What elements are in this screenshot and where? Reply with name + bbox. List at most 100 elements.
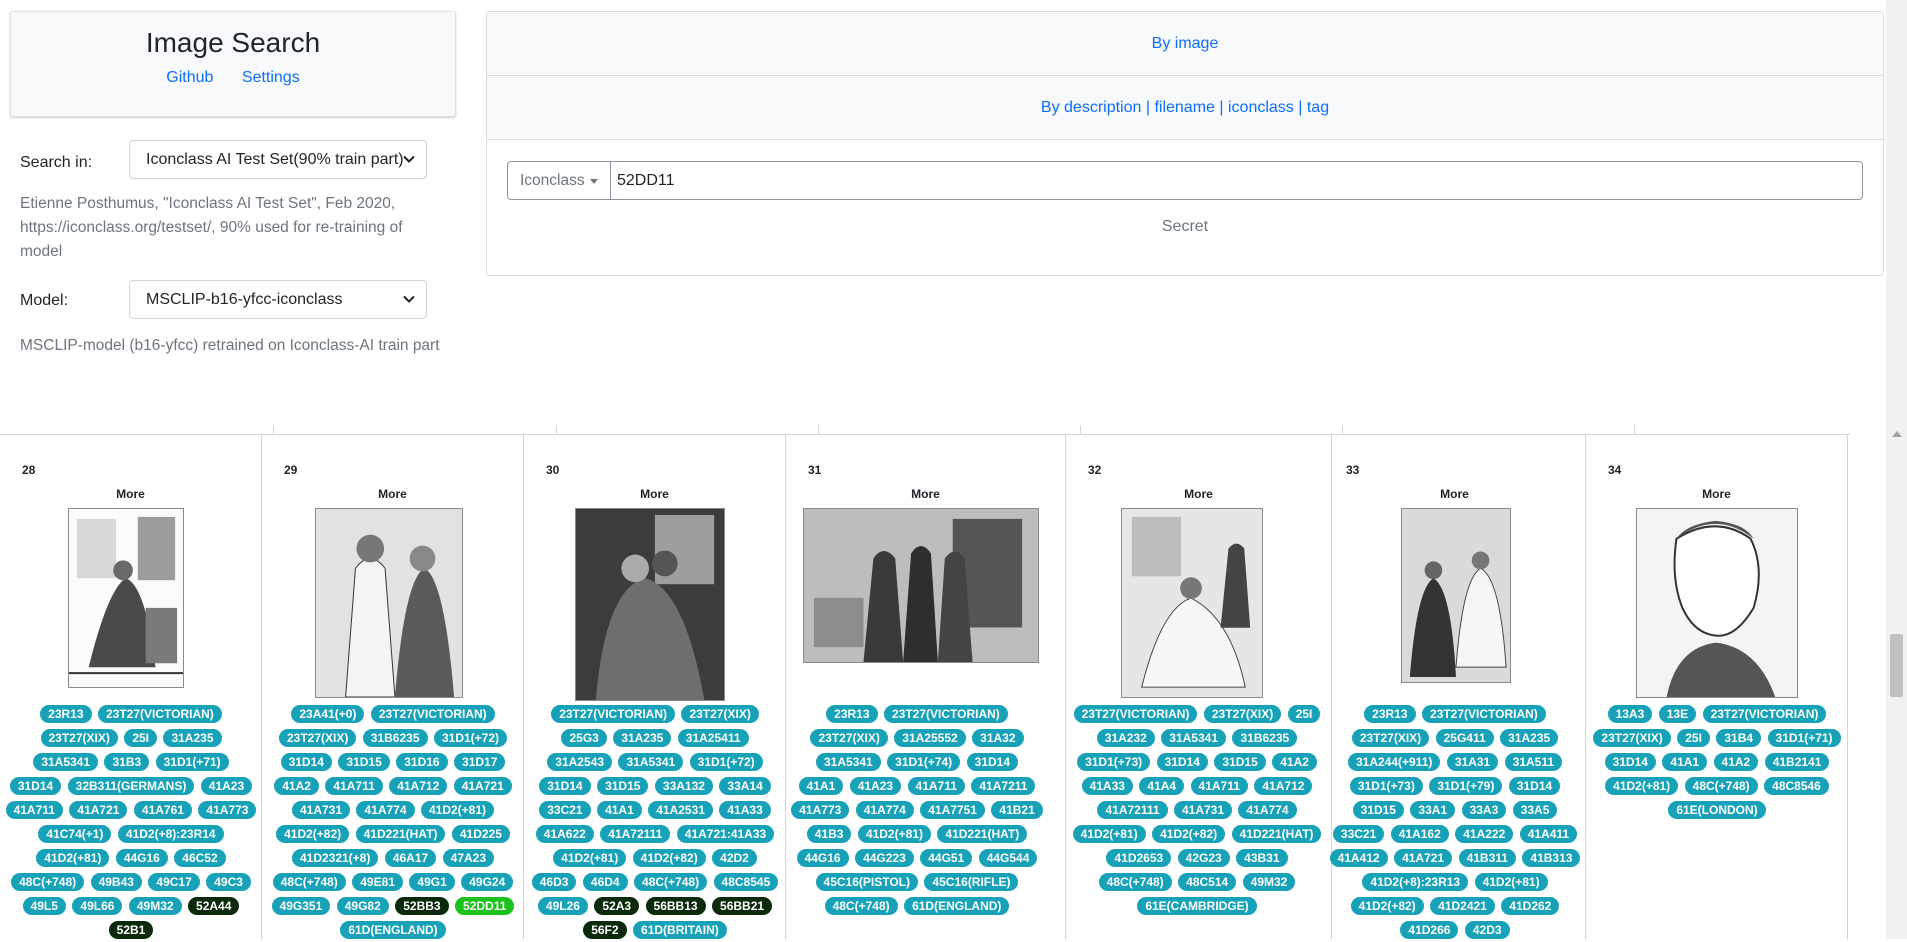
tag-badge[interactable]: 49E81 [352,873,403,891]
tag-badge[interactable]: 44G16 [796,849,849,867]
tag-badge[interactable]: 41A1 [597,801,642,819]
iconclass-link[interactable]: iconclass [1228,99,1294,116]
engraving-two-women-icon[interactable] [315,508,463,698]
tag-badge[interactable]: 41A773 [791,801,850,819]
tag-badge[interactable]: 41A774 [1238,801,1297,819]
tag-badge[interactable]: 31D1(+72) [689,753,763,771]
tag-badge[interactable]: 49B43 [90,873,142,891]
tag-badge[interactable]: 31A2543 [547,753,613,771]
search-in-select[interactable]: Iconclass AI Test Set(90% train part) [129,140,427,179]
tag-badge[interactable]: 33A3 [1461,801,1507,819]
tag-badge[interactable]: 52BB3 [395,897,449,915]
tag-badge[interactable]: 31D15 [338,753,390,771]
engraving-group-of-men-icon[interactable] [803,508,1039,663]
tag-badge[interactable]: 23T27(VICTORIAN) [370,705,495,723]
tag-badge[interactable]: 41A761 [133,801,192,819]
tag-badge[interactable]: 41D221(HAT) [1231,825,1322,843]
more-button[interactable]: More [524,487,785,501]
tag-badge[interactable]: 41A1 [798,777,844,795]
tag-badge[interactable]: 56F2 [583,921,627,939]
tag-badge[interactable]: 33A132 [654,777,713,795]
tag-badge[interactable]: 49L5 [22,897,66,915]
tag-badge[interactable]: 31D14 [1604,753,1656,771]
tag-badge[interactable]: 49G351 [271,897,331,915]
tag-badge[interactable]: 31A232 [1096,729,1155,747]
tag-badge[interactable]: 41B3 [806,825,852,843]
tag-badge[interactable]: 41A7211 [971,777,1036,795]
tag-badge[interactable]: 41D2(+82) [1350,897,1424,915]
tag-badge[interactable]: 41D221(HAT) [355,825,446,843]
tag-badge[interactable]: 31D1(+74) [887,753,961,771]
tag-badge[interactable]: 41A711 [907,777,965,795]
tag-badge[interactable]: 23T27(XIX) [278,729,357,747]
tag-badge[interactable]: 43B31 [1236,849,1288,867]
tag-badge[interactable]: 41A773 [198,801,257,819]
engraving-ladies-in-gowns-icon[interactable] [1401,508,1511,683]
tag-badge[interactable]: 41A2531 [648,801,713,819]
tag-badge[interactable]: 23A41(+0) [291,705,365,723]
engraving-portrait-man-icon[interactable] [1636,508,1798,698]
tag-badge[interactable]: 41D2(+81) [1072,825,1146,843]
tag-badge[interactable]: 42G23 [1177,849,1230,867]
tag-badge[interactable]: 52A3 [594,897,640,915]
tag-badge[interactable]: 31D15 [1214,753,1266,771]
more-button[interactable]: More [0,487,261,501]
tag-badge[interactable]: 41A72111 [1097,801,1168,819]
tag-badge[interactable]: 41A33 [1081,777,1133,795]
tag-badge[interactable]: 13E [1658,705,1697,723]
tag-badge[interactable]: 41A712 [1254,777,1313,795]
tag-badge[interactable]: 25I [1287,705,1321,723]
tag-badge[interactable]: 41D225 [451,825,510,843]
tag-badge[interactable]: 23R13 [826,705,878,723]
tag-badge[interactable]: 31A235 [163,729,222,747]
tag-badge[interactable]: 33C21 [539,801,591,819]
more-button[interactable]: More [1586,487,1847,501]
tag-badge[interactable]: 48C8545 [713,873,779,891]
tag-badge[interactable]: 25G411 [1435,729,1494,747]
tag-badge[interactable]: 56BB21 [712,897,773,915]
tag-badge[interactable]: 41D2(+8):23R14 [117,825,224,843]
tag-badge[interactable]: 31A25411 [677,729,749,747]
tag-badge[interactable]: 23T27(XIX) [681,705,759,723]
model-select[interactable]: MSCLIP-b16-yfcc-iconclass [129,280,427,319]
scroll-up-arrow-icon[interactable] [1892,431,1902,437]
tag-badge[interactable]: 41D2421 [1430,897,1495,915]
tag-badge[interactable]: 31A244(+911) [1347,753,1441,771]
tag-badge[interactable]: 31D14 [1156,753,1208,771]
tag-badge[interactable]: 41A7751 [920,801,985,819]
tag-badge[interactable]: 31D16 [396,753,448,771]
tag-badge[interactable]: 41A2 [1713,753,1759,771]
tag-badge[interactable]: 41D2(+8):23R13 [1362,873,1469,891]
tag-badge[interactable]: 23T27(VICTORIAN) [98,705,222,723]
tag-badge[interactable]: 23T27(XIX) [1203,705,1282,723]
tag-badge[interactable]: 48C(+748) [634,873,708,891]
tag-badge[interactable]: 41A4 [1139,777,1185,795]
tag-badge[interactable]: 41A622 [535,825,594,843]
tag-badge[interactable]: 41B311 [1458,849,1516,867]
tag-badge[interactable]: 31A235 [613,729,672,747]
tag-badge[interactable]: 25I [124,729,157,747]
tag-badge[interactable]: 31D14 [966,753,1019,771]
engraving-women-in-parlour-icon[interactable] [1121,508,1263,698]
tag-badge[interactable]: 31B6235 [362,729,428,747]
tag-badge[interactable]: 41A721:41A33 [676,825,775,843]
tag-badge[interactable]: 31B3 [104,753,150,771]
tag-badge[interactable]: 31D14 [1508,777,1561,795]
more-button[interactable]: More [1066,487,1331,501]
tag-badge[interactable]: 41A711 [325,777,383,795]
tag-badge[interactable]: 41A731 [291,801,351,819]
tag-badge[interactable]: 41A712 [389,777,448,795]
tag-badge[interactable]: 41D2321(+8) [291,849,379,867]
tag-badge[interactable]: 41A411 [1519,825,1578,843]
tag-badge[interactable]: 52B1 [108,921,154,939]
tag-badge[interactable]: 23T27(VICTORIAN) [884,705,1008,723]
tag-badge[interactable]: 41A72111 [600,825,671,843]
tag-badge[interactable]: 48C8546 [1764,777,1829,795]
tag-badge[interactable]: 23R13 [1364,705,1416,723]
tag-badge[interactable]: 41C74(+1) [38,825,112,843]
tag-badge[interactable]: 49M32 [1242,873,1296,891]
tag-badge[interactable]: 33C21 [1332,825,1385,843]
scrollbar-thumb[interactable] [1890,634,1903,697]
tag-badge[interactable]: 41D2(+81) [553,849,627,867]
tag-badge[interactable]: 31D14 [280,753,332,771]
